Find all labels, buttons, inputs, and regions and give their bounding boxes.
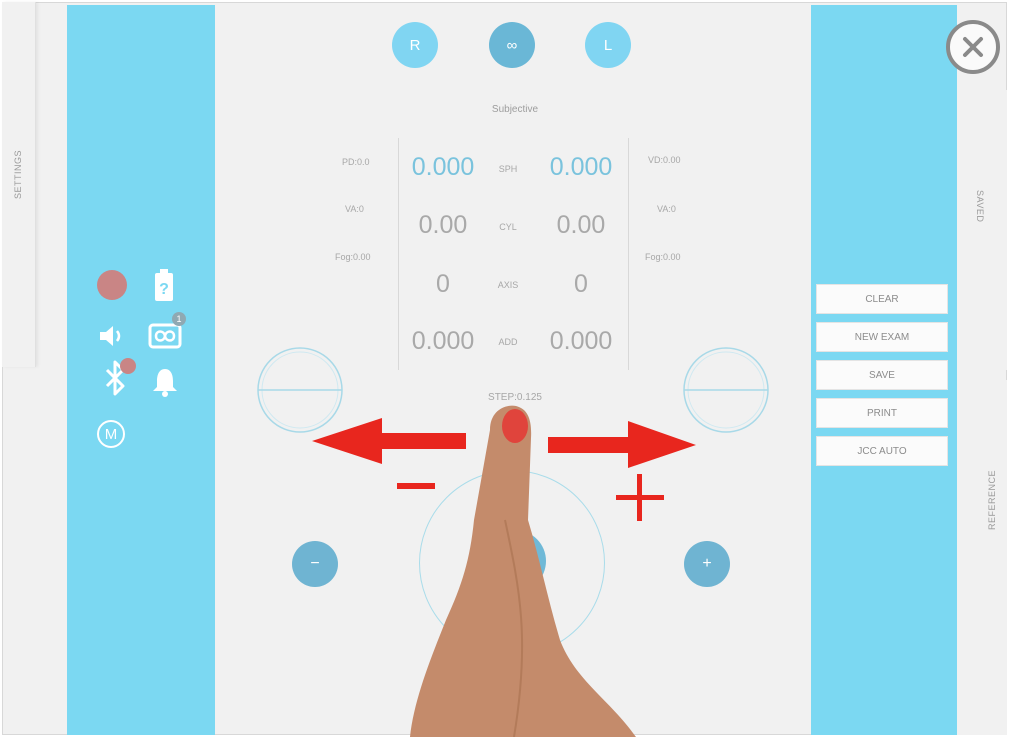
m-badge-icon[interactable]: M [97, 420, 125, 448]
saved-tab-label: SAVED [975, 190, 985, 223]
both-eyes-button[interactable]: ∞ [489, 22, 535, 68]
volume-icon[interactable] [97, 322, 127, 350]
settings-tab-label: SETTINGS [13, 149, 23, 199]
left-eye-button[interactable]: L [585, 22, 631, 68]
reference-tab[interactable]: REFERENCE [957, 380, 1007, 735]
step-readout: STEP:0.125 [488, 392, 542, 403]
bell-icon[interactable] [150, 366, 180, 398]
axis-left-value[interactable]: 0 [536, 270, 626, 299]
link-badge-count: 1 [176, 314, 181, 324]
increase-button[interactable]: + [684, 541, 730, 587]
pd-readout: PD:0.0 [342, 157, 370, 167]
left-fog-readout: Fog:0.00 [335, 252, 371, 262]
left-status-panel [67, 5, 215, 735]
battery-unknown-icon: ? [155, 269, 173, 301]
svg-text:?: ? [159, 281, 169, 298]
sph-left-value[interactable]: 0.000 [536, 153, 626, 182]
axis-label: AXIS [497, 280, 519, 290]
divider-right [628, 138, 629, 370]
reference-tab-label: REFERENCE [987, 469, 997, 530]
right-axis-dial[interactable] [256, 346, 344, 434]
adjust-knob[interactable] [484, 530, 546, 592]
saved-tab[interactable]: SAVED [957, 90, 1007, 370]
left-va-readout: VA:0 [345, 204, 364, 214]
print-button[interactable]: PRINT [816, 398, 948, 428]
axis-right-value[interactable]: 0 [398, 270, 488, 299]
infinity-link-icon[interactable]: 1 [146, 311, 188, 353]
add-left-value[interactable]: 0.000 [536, 327, 626, 356]
bluetooth-icon[interactable] [101, 356, 137, 398]
add-label: ADD [498, 337, 518, 347]
new-exam-button[interactable]: NEW EXAM [816, 322, 948, 352]
mode-title: Subjective [491, 104, 539, 115]
settings-tab[interactable]: SETTINGS [2, 2, 36, 367]
right-eye-button[interactable]: R [392, 22, 438, 68]
cyl-left-value[interactable]: 0.00 [536, 211, 626, 240]
jcc-auto-button[interactable]: JCC AUTO [816, 436, 948, 466]
clear-button[interactable]: CLEAR [816, 284, 948, 314]
add-right-value[interactable]: 0.000 [398, 327, 488, 356]
close-icon [963, 37, 983, 57]
save-button[interactable]: SAVE [816, 360, 948, 390]
cyl-label: CYL [499, 222, 517, 232]
cyl-right-value[interactable]: 0.00 [398, 211, 488, 240]
sph-right-value[interactable]: 0.000 [398, 153, 488, 182]
decrease-button[interactable]: − [292, 541, 338, 587]
record-dot-icon[interactable] [97, 270, 127, 300]
right-fog-readout: Fog:0.00 [645, 252, 681, 262]
sph-label: SPH [498, 164, 518, 174]
vd-readout: VD:0.00 [648, 155, 681, 165]
left-axis-dial[interactable] [682, 346, 770, 434]
close-button[interactable] [946, 20, 1000, 74]
right-va-readout: VA:0 [657, 204, 676, 214]
